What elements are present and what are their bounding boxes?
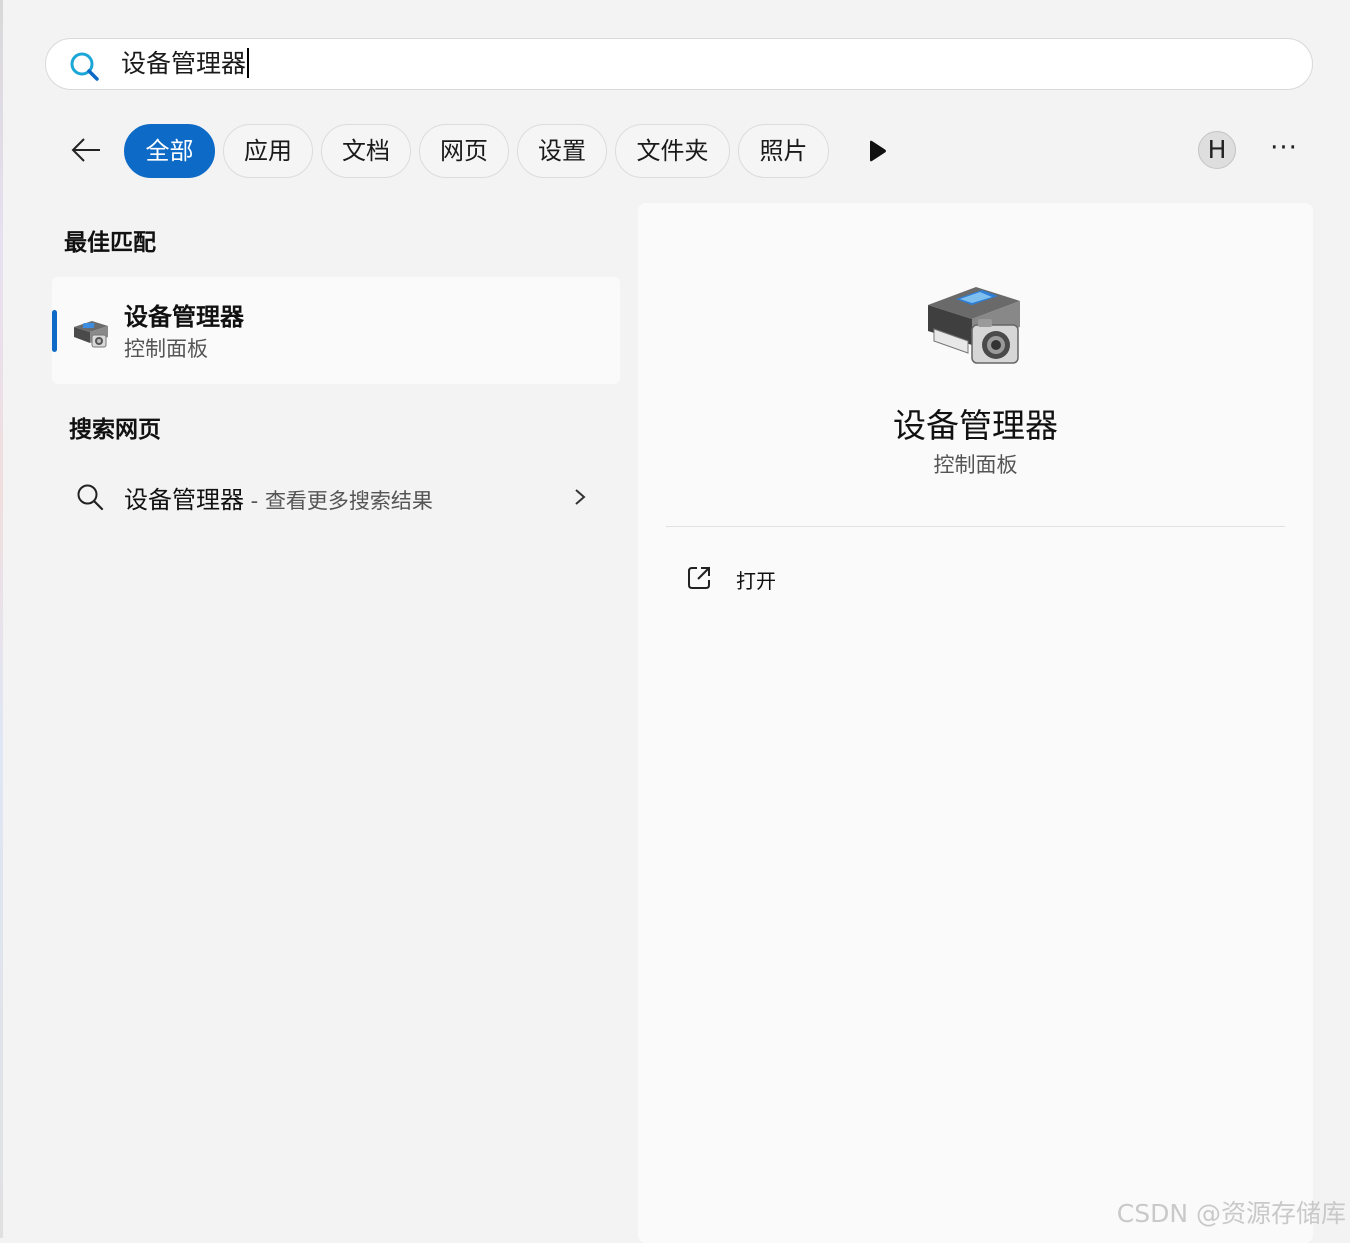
web-search-hint: 查看更多搜索结果 [264,489,433,513]
open-action[interactable]: 打开 [666,555,1285,601]
watermark: CSDN @资源存储库 [1116,1199,1346,1228]
web-search-separator: - [244,489,265,513]
preview-subtitle: 控制面板 [933,453,1018,477]
open-external-icon [688,567,710,589]
open-label: 打开 [736,569,776,593]
web-search-query: 设备管理器 [124,486,244,514]
preview-pane: 设备管理器 控制面板 打开 [638,203,1313,1243]
play-triangle-icon[interactable] [862,137,890,165]
web-search-result[interactable]: 设备管理器 - 查看更多搜索结果 [52,468,620,526]
selection-indicator [52,310,57,352]
window-edge [0,0,3,1238]
result-title: 设备管理器 [124,303,244,331]
tab-settings[interactable]: 设置 [517,124,607,178]
web-search-text: 设备管理器 - 查看更多搜索结果 [124,480,433,515]
best-match-result[interactable]: 设备管理器 控制面板 [52,277,620,384]
tab-documents[interactable]: 文档 [321,124,411,178]
device-manager-icon [928,287,1020,364]
tab-all[interactable]: 全部 [124,124,215,178]
divider [666,526,1285,527]
tab-folders[interactable]: 文件夹 [615,124,730,178]
web-search-heading: 搜索网页 [69,417,161,443]
tab-apps[interactable]: 应用 [223,124,313,178]
search-box[interactable]: 设备管理器 [45,38,1313,90]
chevron-right-icon [575,489,586,505]
tab-photos[interactable]: 照片 [738,124,829,178]
search-input[interactable]: 设备管理器 [121,48,250,80]
best-match-heading: 最佳匹配 [64,230,156,256]
text-caret [247,48,250,78]
result-subtitle: 控制面板 [124,337,208,361]
search-icon [77,484,104,511]
avatar[interactable]: H [1198,131,1236,169]
tab-web[interactable]: 网页 [419,124,509,178]
arrow-left-icon[interactable] [66,132,106,168]
search-icon [70,52,99,81]
more-options-button[interactable]: ··· [1264,134,1304,168]
device-manager-icon [74,321,108,348]
preview-title: 设备管理器 [893,406,1058,445]
